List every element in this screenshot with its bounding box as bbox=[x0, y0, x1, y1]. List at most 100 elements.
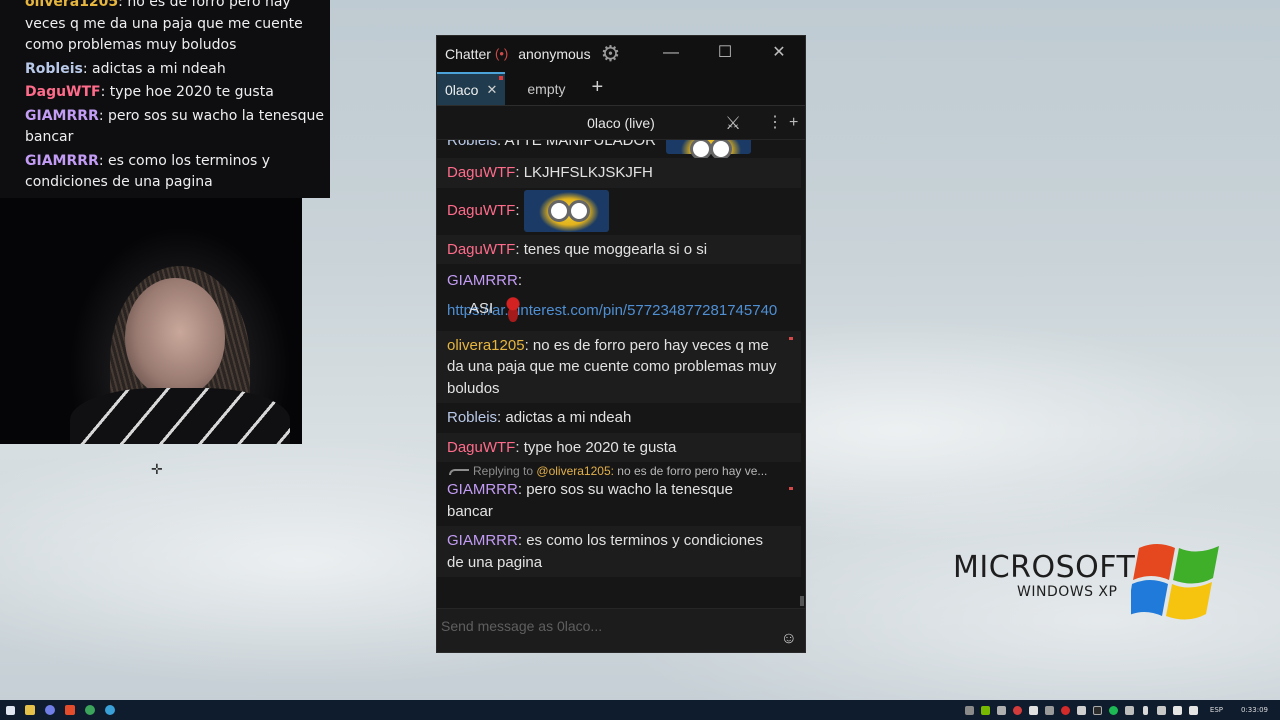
message-username[interactable]: DaguWTF bbox=[447, 439, 515, 456]
brave-browser-icon[interactable] bbox=[60, 700, 80, 720]
add-tab-button[interactable]: + bbox=[588, 76, 614, 105]
crosshair-cursor-icon: ✛ bbox=[151, 462, 163, 478]
emote-image[interactable] bbox=[666, 140, 752, 158]
overlay-chat-message: GIAMRRR: es como los terminos y condicio… bbox=[25, 152, 271, 191]
chat-message[interactable]: DaguWTF: bbox=[437, 188, 801, 235]
tray-app-icon[interactable] bbox=[1122, 700, 1138, 720]
overlay-chat: olivera1205: no es de forro pero hay vec… bbox=[0, 0, 330, 198]
chat-message[interactable]: GIAMRRR: pero sos su wacho la tenesque b… bbox=[437, 478, 801, 526]
tray-spotify-icon[interactable] bbox=[1106, 700, 1122, 720]
tab-bar: 0laco ✕ empty + bbox=[437, 71, 805, 106]
tray-nvidia-icon[interactable] bbox=[978, 700, 994, 720]
system-tray: ESP 0:33:09 bbox=[962, 700, 1280, 720]
reply-curve-icon bbox=[449, 468, 469, 475]
message-list[interactable]: Robleis: ATTE MANIPULADOR DaguWTF: LKJHF… bbox=[437, 140, 805, 608]
tray-app-icon[interactable] bbox=[1010, 700, 1026, 720]
emote-image[interactable] bbox=[501, 295, 526, 322]
windows-flag-icon bbox=[1131, 544, 1219, 620]
overlay-message-text: type hoe 2020 te gusta bbox=[109, 84, 274, 100]
chat-message[interactable]: DaguWTF: tenes que moggearla si o si bbox=[437, 234, 801, 264]
maximize-button[interactable]: ☐ bbox=[705, 36, 745, 71]
taskbar: ESP 0:33:09 bbox=[0, 700, 1280, 720]
tray-app-icon[interactable] bbox=[1026, 700, 1042, 720]
overlay-message-text: adictas a mi ndeah bbox=[92, 60, 226, 77]
file-explorer-icon[interactable] bbox=[20, 700, 40, 720]
network-icon[interactable] bbox=[1170, 700, 1186, 720]
moderation-sword-icon[interactable]: ⚔ bbox=[725, 106, 741, 140]
microphone-icon[interactable] bbox=[1138, 700, 1154, 720]
tab-0laco[interactable]: 0laco ✕ bbox=[437, 72, 506, 105]
app-shield-icon[interactable] bbox=[80, 700, 100, 720]
message-username[interactable]: Robleis bbox=[447, 409, 497, 426]
chat-message[interactable]: GIAMRRR: https://ar.pinterest.com/pin/57… bbox=[437, 264, 801, 331]
chat-message[interactable]: DaguWTF: type hoe 2020 te gusta bbox=[437, 432, 801, 462]
tray-record-icon[interactable] bbox=[1058, 700, 1074, 720]
start-button[interactable] bbox=[0, 700, 20, 720]
reply-message[interactable]: Replying to @olivera1205: no es de forro… bbox=[437, 462, 801, 526]
discord-icon[interactable] bbox=[40, 700, 60, 720]
close-tab-icon[interactable]: ✕ bbox=[486, 82, 497, 98]
add-split-button[interactable]: + bbox=[789, 106, 798, 140]
xp-brand-text: MICROSOFT bbox=[953, 550, 1136, 585]
tray-app-icon[interactable] bbox=[962, 700, 978, 720]
overlay-username: GIAMRRR bbox=[25, 107, 99, 124]
more-options-button[interactable]: ⋮ bbox=[767, 106, 783, 140]
highlight-marker bbox=[789, 487, 793, 490]
chat-message[interactable]: GIAMRRR: es como los terminos y condicio… bbox=[437, 526, 801, 577]
chatterino-window: Chatterino (•) anonymous ⚙ — ☐ ✕ 0laco ✕… bbox=[436, 35, 806, 653]
tray-app-icon[interactable] bbox=[1090, 700, 1106, 720]
message-text: ASI bbox=[469, 299, 494, 317]
app-title: Chatterino bbox=[445, 45, 491, 62]
message-username[interactable]: GIAMRRR bbox=[447, 532, 518, 549]
overlay-chat-message: GIAMRRR: pero sos su wacho la tenesque b… bbox=[25, 107, 324, 146]
webcam-person-face bbox=[125, 278, 225, 398]
chat-message[interactable]: Robleis: ATTE MANIPULADOR bbox=[437, 140, 801, 158]
tab-label: empty bbox=[527, 80, 566, 97]
chatterino-taskbar-icon[interactable] bbox=[100, 700, 120, 720]
overlay-username: Robleis bbox=[25, 60, 83, 77]
message-username[interactable]: GIAMRRR bbox=[447, 272, 518, 289]
message-username[interactable]: Robleis bbox=[447, 140, 497, 149]
minimize-button[interactable]: — bbox=[651, 36, 691, 71]
reply-username[interactable]: @olivera1205: bbox=[536, 464, 614, 478]
chat-message[interactable]: DaguWTF: LKJHFSLKJSKJFH bbox=[437, 158, 801, 188]
message-username[interactable]: DaguWTF bbox=[447, 241, 515, 258]
windows-xp-logo: MICROSOFT WINDOWS XP bbox=[953, 538, 1233, 628]
tray-app-icon[interactable] bbox=[994, 700, 1010, 720]
webcam-feed bbox=[0, 198, 302, 444]
tab-label: 0laco bbox=[445, 81, 479, 98]
volume-icon[interactable] bbox=[1186, 700, 1202, 720]
close-button[interactable]: ✕ bbox=[759, 36, 799, 71]
settings-gear-icon[interactable]: ⚙ bbox=[601, 42, 621, 65]
overlay-chat-message: Robleis: adictas a mi ndeah bbox=[25, 60, 226, 77]
message-input-area: ☺ bbox=[437, 608, 805, 652]
message-username[interactable]: olivera1205 bbox=[447, 337, 525, 354]
chat-message[interactable]: olivera1205: no es de forro pero hay vec… bbox=[437, 330, 801, 403]
overlay-username: DaguWTF bbox=[25, 84, 101, 100]
tray-app-icon[interactable] bbox=[1074, 700, 1090, 720]
message-username[interactable]: DaguWTF bbox=[447, 201, 515, 218]
emoji-picker-icon[interactable]: ☺ bbox=[781, 630, 797, 648]
tray-app-icon[interactable] bbox=[1042, 700, 1058, 720]
message-username[interactable]: DaguWTF bbox=[447, 164, 515, 181]
message-text: adictas a mi ndeah bbox=[505, 409, 632, 426]
language-indicator[interactable]: ESP bbox=[1202, 706, 1231, 714]
title-bar[interactable]: Chatterino (•) anonymous ⚙ — ☐ ✕ bbox=[437, 36, 805, 71]
reply-context[interactable]: Replying to @olivera1205: no es de forro… bbox=[437, 462, 801, 478]
overlay-chat-message: DaguWTF: type hoe 2020 te gusta bbox=[25, 84, 274, 100]
message-input[interactable] bbox=[441, 615, 771, 637]
overlay-username: GIAMRRR bbox=[25, 152, 99, 169]
tray-app-icon[interactable] bbox=[1154, 700, 1170, 720]
channel-title: 0laco (live) bbox=[587, 114, 655, 131]
message-text: type hoe 2020 te gusta bbox=[523, 438, 677, 456]
chat-message[interactable]: Robleis: adictas a mi ndeah bbox=[437, 403, 801, 433]
system-clock[interactable]: 0:33:09 bbox=[1231, 706, 1280, 714]
account-switcher[interactable]: anonymous bbox=[518, 46, 590, 62]
message-username[interactable]: GIAMRRR bbox=[447, 481, 518, 498]
webcam-person-body bbox=[70, 388, 290, 444]
tab-empty[interactable]: empty bbox=[509, 72, 583, 105]
scrollbar-thumb[interactable] bbox=[800, 596, 804, 606]
minion-emote-image[interactable] bbox=[523, 189, 609, 232]
live-broadcast-icon[interactable]: (•) bbox=[495, 46, 508, 61]
reply-snippet: no es de forro pero hay ve... bbox=[617, 464, 768, 478]
